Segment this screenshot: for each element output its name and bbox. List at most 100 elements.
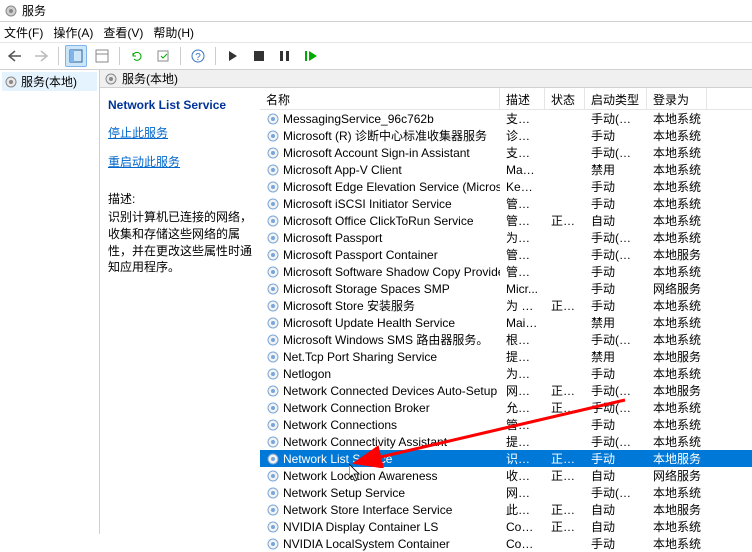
service-row[interactable]: Microsoft Passport为用...手动(触发...本地系统: [260, 229, 752, 246]
gear-icon: [266, 180, 280, 194]
service-row[interactable]: Net.Tcp Port Sharing Service提供...禁用本地服务: [260, 348, 752, 365]
stop-link[interactable]: 停止此服务: [108, 124, 252, 141]
list-rows: MessagingService_96c762b支持...手动(触发...本地系…: [260, 110, 752, 552]
service-startup: 禁用: [585, 161, 647, 178]
service-desc: Main...: [500, 316, 545, 330]
service-status: 正在...: [545, 467, 585, 484]
tree-root-label: 服务(本地): [21, 73, 77, 90]
view-detail-button[interactable]: [65, 45, 87, 67]
properties-button[interactable]: [91, 45, 113, 67]
detail-pane: Network List Service 停止此服务 重启动此服务 描述: 识别…: [100, 88, 260, 552]
service-name: Microsoft Windows SMS 路由器服务。: [283, 331, 488, 348]
service-startup: 手动(触发...: [585, 110, 647, 127]
service-row[interactable]: Microsoft Edge Elevation Service (Micros…: [260, 178, 752, 195]
export-button[interactable]: [152, 45, 174, 67]
service-name: Network Store Interface Service: [283, 503, 452, 517]
service-row[interactable]: Network Store Interface Service此服...正在..…: [260, 501, 752, 518]
services-icon: [104, 72, 118, 86]
service-row[interactable]: Microsoft Store 安装服务为 M...正在...手动本地系统: [260, 297, 752, 314]
service-row[interactable]: Microsoft Update Health ServiceMain...禁用…: [260, 314, 752, 331]
service-startup: 手动: [585, 178, 647, 195]
service-name: Network Connected Devices Auto-Setup: [283, 384, 497, 398]
menu-action[interactable]: 操作(A): [53, 24, 93, 41]
col-desc-header[interactable]: 描述: [500, 88, 545, 109]
service-row[interactable]: Network Connections管理"...手动本地系统: [260, 416, 752, 433]
service-row[interactable]: Network List Service识别...正在...手动本地服务: [260, 450, 752, 467]
service-row[interactable]: Netlogon为用...手动本地系统: [260, 365, 752, 382]
refresh-button[interactable]: [126, 45, 148, 67]
content-pane: 服务(本地) Network List Service 停止此服务 重启动此服务…: [100, 70, 752, 534]
service-logon: 本地系统: [647, 161, 707, 178]
gear-icon: [266, 418, 280, 432]
col-startup-header[interactable]: 启动类型: [585, 88, 647, 109]
service-row[interactable]: MessagingService_96c762b支持...手动(触发...本地系…: [260, 110, 752, 127]
service-row[interactable]: Microsoft Passport Container管理...手动(触发..…: [260, 246, 752, 263]
service-name: Microsoft Office ClickToRun Service: [283, 214, 474, 228]
service-desc: 支持...: [500, 144, 545, 161]
stop-service-button[interactable]: [248, 45, 270, 67]
service-startup: 自动: [585, 518, 647, 535]
restart-service-button[interactable]: [300, 45, 322, 67]
restart-link[interactable]: 重启动此服务: [108, 153, 252, 170]
service-row[interactable]: Microsoft Office ClickToRun Service 管理...…: [260, 212, 752, 229]
forward-button[interactable]: [30, 45, 52, 67]
service-row[interactable]: Microsoft App-V ClientMan...禁用本地系统: [260, 161, 752, 178]
service-desc: 根据...: [500, 331, 545, 348]
service-row[interactable]: Network Location Awareness收集...正在...自动网络…: [260, 467, 752, 484]
help-button[interactable]: ?: [187, 45, 209, 67]
service-desc: 管理...: [500, 195, 545, 212]
service-row[interactable]: Microsoft Storage Spaces SMPMicr...手动网络服…: [260, 280, 752, 297]
service-row[interactable]: Network Connectivity Assistant提供...手动(触发…: [260, 433, 752, 450]
gear-icon: [266, 282, 280, 296]
service-name: Network List Service: [283, 452, 392, 466]
gear-icon: [266, 333, 280, 347]
service-desc: 为用...: [500, 229, 545, 246]
service-startup: 手动: [585, 416, 647, 433]
service-row[interactable]: Network Connection Broker允许...正在...手动(触发…: [260, 399, 752, 416]
service-desc: 此服...: [500, 501, 545, 518]
service-name: Netlogon: [283, 367, 331, 381]
service-logon: 本地系统: [647, 535, 707, 552]
pause-service-button[interactable]: [274, 45, 296, 67]
content-header-label: 服务(本地): [122, 70, 178, 87]
gear-icon: [266, 452, 280, 466]
service-startup: 手动: [585, 535, 647, 552]
service-startup: 手动(触发...: [585, 399, 647, 416]
service-row[interactable]: Microsoft Windows SMS 路由器服务。根据...手动(触发..…: [260, 331, 752, 348]
service-desc: Cont...: [500, 537, 545, 551]
back-button[interactable]: [4, 45, 26, 67]
service-row[interactable]: Microsoft iSCSI Initiator Service管理...手动…: [260, 195, 752, 212]
service-row[interactable]: NVIDIA LocalSystem ContainerCont...手动本地系…: [260, 535, 752, 552]
service-startup: 禁用: [585, 348, 647, 365]
tree-root-item[interactable]: 服务(本地): [2, 72, 97, 91]
content-body: Network List Service 停止此服务 重启动此服务 描述: 识别…: [100, 88, 752, 552]
service-row[interactable]: Network Setup Service网络...手动(触发...本地系统: [260, 484, 752, 501]
service-row[interactable]: Microsoft (R) 诊断中心标准收集器服务诊断...手动本地系统: [260, 127, 752, 144]
col-status-header[interactable]: 状态: [545, 88, 585, 109]
service-row[interactable]: Microsoft Software Shadow Copy Provider管…: [260, 263, 752, 280]
col-name-header[interactable]: 名称: [260, 88, 500, 109]
service-name: Microsoft Passport: [283, 231, 382, 245]
service-row[interactable]: Microsoft Account Sign-in Assistant支持...…: [260, 144, 752, 161]
menu-file[interactable]: 文件(F): [4, 24, 43, 41]
gear-icon: [266, 231, 280, 245]
menubar: 文件(F) 操作(A) 查看(V) 帮助(H): [0, 22, 752, 42]
menu-help[interactable]: 帮助(H): [153, 24, 194, 41]
service-startup: 手动(触发...: [585, 433, 647, 450]
gear-icon: [266, 163, 280, 177]
start-service-button[interactable]: [222, 45, 244, 67]
service-name: Microsoft iSCSI Initiator Service: [283, 197, 452, 211]
gear-icon: [266, 214, 280, 228]
service-desc: 识别...: [500, 450, 545, 467]
service-desc: 管理...: [500, 212, 545, 229]
service-status: 正在...: [545, 450, 585, 467]
titlebar: 服务: [0, 0, 752, 22]
service-logon: 本地系统: [647, 365, 707, 382]
service-name: MessagingService_96c762b: [283, 112, 434, 126]
service-desc: 管理...: [500, 246, 545, 263]
service-row[interactable]: Network Connected Devices Auto-Setup网络..…: [260, 382, 752, 399]
menu-view[interactable]: 查看(V): [103, 24, 143, 41]
toolbar-divider: [58, 47, 59, 65]
service-row[interactable]: NVIDIA Display Container LSCont...正在...自…: [260, 518, 752, 535]
col-logon-header[interactable]: 登录为: [647, 88, 707, 109]
